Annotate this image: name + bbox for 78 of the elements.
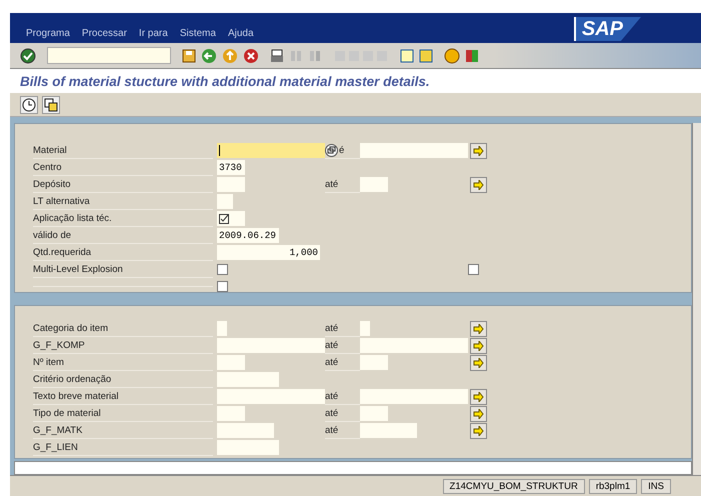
sap-logo: SAP bbox=[574, 17, 641, 41]
input-field[interactable] bbox=[360, 355, 388, 370]
checkbox[interactable] bbox=[468, 264, 479, 275]
input-field[interactable] bbox=[360, 338, 468, 353]
input-field[interactable] bbox=[217, 372, 279, 387]
input-field[interactable]: 2009.06.29 bbox=[217, 228, 279, 243]
more-selections-button[interactable] bbox=[470, 176, 487, 192]
input-field[interactable] bbox=[217, 143, 325, 158]
input-field[interactable] bbox=[217, 406, 245, 421]
more-selections-button[interactable] bbox=[470, 388, 487, 404]
field-label: válido de bbox=[33, 228, 213, 244]
status-mode: INS bbox=[641, 478, 671, 494]
find-next-icon bbox=[308, 48, 322, 62]
multiple-selection-icon[interactable] bbox=[325, 144, 338, 157]
layout-icon[interactable] bbox=[465, 48, 479, 62]
find-icon bbox=[289, 48, 303, 62]
input-field[interactable] bbox=[360, 423, 417, 438]
field-label: Critério ordenação bbox=[33, 372, 213, 388]
field-label: Tipo de material bbox=[33, 406, 213, 422]
execute-icon[interactable] bbox=[20, 96, 38, 114]
status-program: Z14CMYU_BOM_STRUKTUR bbox=[442, 478, 585, 494]
menu-item[interactable]: Sistema bbox=[180, 28, 216, 39]
checkbox[interactable] bbox=[217, 264, 228, 275]
menu-item[interactable]: Ir para bbox=[138, 28, 168, 39]
more-selections-button[interactable] bbox=[470, 354, 487, 370]
back-icon[interactable] bbox=[201, 48, 217, 64]
check-icon[interactable] bbox=[20, 48, 36, 64]
field-label: G_F_MATK bbox=[33, 422, 213, 438]
command-field[interactable] bbox=[47, 47, 171, 64]
screen-title: Bills of material stucture with additional material master details. bbox=[20, 74, 430, 88]
input-field[interactable] bbox=[217, 423, 274, 438]
input-field[interactable] bbox=[360, 143, 468, 158]
field-label: Centro bbox=[33, 160, 213, 176]
field-label: G_F_LIEN bbox=[33, 440, 213, 456]
field-label: Aplicação lista téc. bbox=[33, 210, 213, 226]
field-label: Categoria do item bbox=[33, 320, 213, 336]
more-selections-button[interactable] bbox=[470, 406, 487, 422]
more-selections-button[interactable] bbox=[470, 422, 487, 438]
menu-item[interactable]: Programa bbox=[26, 28, 70, 39]
input-field[interactable] bbox=[360, 389, 468, 404]
more-selections-button[interactable] bbox=[470, 142, 487, 158]
input-field[interactable] bbox=[217, 355, 245, 370]
status-server: rb3plm1 bbox=[588, 478, 638, 494]
checkbox[interactable] bbox=[217, 281, 228, 292]
save-icon[interactable] bbox=[182, 48, 196, 62]
field-label: G_F_KOMP bbox=[33, 338, 213, 354]
up-icon[interactable] bbox=[222, 48, 238, 64]
input-field[interactable] bbox=[217, 194, 233, 209]
input-field[interactable]: 1,000 bbox=[217, 245, 320, 260]
input-field[interactable] bbox=[217, 177, 245, 192]
checkbox-field[interactable] bbox=[217, 211, 245, 226]
field-label: Texto breve material bbox=[33, 388, 213, 404]
field-label: Nº item bbox=[33, 354, 213, 370]
more-selections-button[interactable] bbox=[470, 338, 487, 354]
input-field[interactable] bbox=[217, 440, 279, 455]
field-label: LT alternativa bbox=[33, 194, 213, 210]
menu-item[interactable]: Processar bbox=[82, 28, 127, 39]
menu-item[interactable]: Ajuda bbox=[228, 28, 254, 39]
input-field[interactable] bbox=[217, 389, 325, 404]
input-field[interactable] bbox=[217, 338, 325, 353]
vertical-scrollbar[interactable] bbox=[692, 123, 701, 475]
window-icon[interactable] bbox=[400, 48, 414, 62]
input-field[interactable] bbox=[360, 177, 388, 192]
horizontal-scrollbar[interactable] bbox=[14, 461, 692, 475]
input-field[interactable] bbox=[360, 406, 388, 421]
field-label: Depósito bbox=[33, 176, 213, 192]
input-field[interactable]: 3730 bbox=[217, 160, 245, 175]
shortcut-icon[interactable] bbox=[419, 48, 433, 62]
check-icon bbox=[219, 214, 229, 224]
variant-icon[interactable] bbox=[42, 96, 60, 114]
field-label: Qtd.requerida bbox=[33, 244, 213, 260]
print-icon[interactable] bbox=[270, 48, 284, 62]
field-label: Material bbox=[33, 142, 213, 158]
input-field[interactable] bbox=[217, 321, 227, 336]
more-selections-button[interactable] bbox=[470, 320, 487, 336]
field-label: Multi-Level Explosion bbox=[33, 262, 213, 278]
input-field[interactable] bbox=[360, 321, 370, 336]
cancel-icon[interactable] bbox=[243, 48, 259, 64]
